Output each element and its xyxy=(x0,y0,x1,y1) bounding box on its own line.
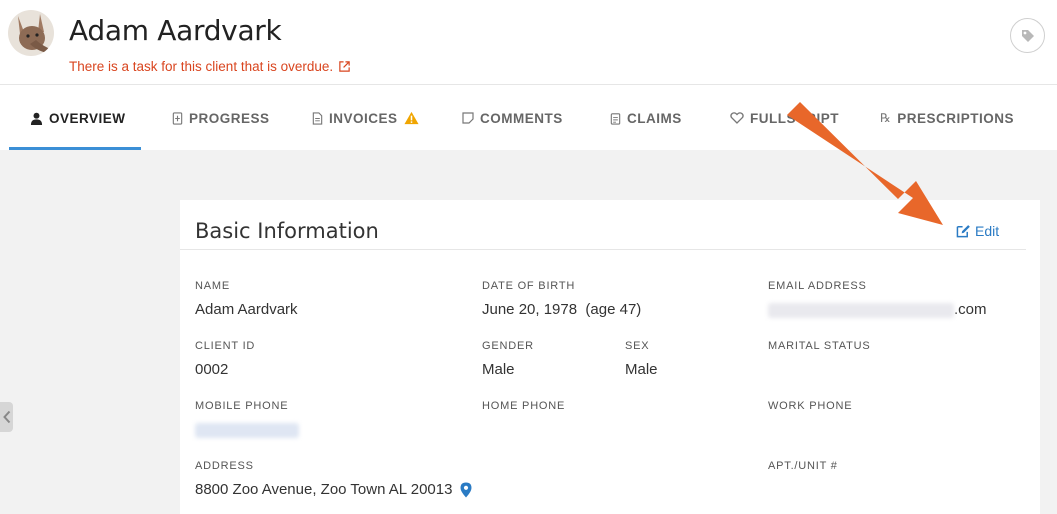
address-value: 8800 Zoo Avenue, Zoo Town AL 20013 xyxy=(195,481,472,498)
overdue-notice[interactable]: There is a task for this client that is … xyxy=(69,59,351,74)
tab-overview[interactable]: OVERVIEW xyxy=(30,86,126,150)
external-link-icon[interactable] xyxy=(338,60,351,73)
mobile-phone-value xyxy=(195,421,299,438)
name-label: NAME xyxy=(195,280,230,292)
sex-label: SEX xyxy=(625,340,650,352)
overdue-text: There is a task for this client that is … xyxy=(69,59,334,74)
gender-label: GENDER xyxy=(482,340,534,352)
note-icon xyxy=(462,112,474,124)
redacted-mobile-phone xyxy=(195,422,299,438)
map-pin-icon[interactable] xyxy=(460,482,472,498)
client-id-value: 0002 xyxy=(195,361,229,378)
tab-comments[interactable]: COMMENTS xyxy=(462,86,563,150)
tab-label: PRESCRIPTIONS xyxy=(897,110,1015,126)
tab-label: COMMENTS xyxy=(480,110,563,126)
document-icon xyxy=(312,111,323,125)
client-avatar[interactable] xyxy=(8,10,54,56)
tab-label: CLAIMS xyxy=(627,110,682,126)
sex-value: Male xyxy=(625,361,658,378)
chevron-left-icon xyxy=(2,410,10,424)
tag-button[interactable] xyxy=(1010,18,1045,53)
gender-value: Male xyxy=(482,361,515,378)
user-icon xyxy=(30,112,43,125)
dob-label: DATE OF BIRTH xyxy=(482,280,576,292)
email-suffix: .com xyxy=(954,301,987,318)
address-text: 8800 Zoo Avenue, Zoo Town AL 20013 xyxy=(195,481,453,498)
tab-invoices[interactable]: INVOICES xyxy=(312,86,419,150)
tab-claims[interactable]: CLAIMS xyxy=(610,86,682,150)
tab-label: PROGRESS xyxy=(189,110,270,126)
edit-label: Edit xyxy=(975,223,1000,239)
tab-label: INVOICES xyxy=(329,110,398,126)
tag-icon xyxy=(1021,29,1034,42)
client-name: Adam Aardvark xyxy=(69,14,282,47)
rx-icon: ℞ xyxy=(880,111,892,125)
tab-prescriptions[interactable]: ℞ PRESCRIPTIONS xyxy=(880,86,1014,150)
marital-status-label: MARITAL STATUS xyxy=(768,340,871,352)
tab-label: OVERVIEW xyxy=(49,110,126,126)
progress-icon xyxy=(172,111,183,125)
client-id-label: CLIENT ID xyxy=(195,340,256,352)
tab-label: FULLSCRIPT xyxy=(750,110,839,126)
apt-unit-label: APT./UNIT # xyxy=(768,460,838,472)
warning-icon xyxy=(403,111,419,125)
heart-icon xyxy=(730,112,744,124)
sidebar-collapse-handle[interactable] xyxy=(0,402,13,432)
card-divider xyxy=(180,249,1026,250)
address-label: ADDRESS xyxy=(195,460,254,472)
name-value: Adam Aardvark xyxy=(195,301,298,318)
edit-button[interactable]: Edit xyxy=(956,223,999,239)
edit-icon xyxy=(956,225,970,238)
client-header: Adam Aardvark There is a task for this c… xyxy=(0,0,1057,85)
work-phone-label: WORK PHONE xyxy=(768,400,853,412)
clipboard-icon xyxy=(610,112,621,125)
tab-fullscript[interactable]: FULLSCRIPT xyxy=(730,86,839,150)
email-label: EMAIL ADDRESS xyxy=(768,280,867,292)
tab-bar: OVERVIEW PROGRESS INVOICES COMMENTS CLAI xyxy=(0,86,1057,150)
tab-progress[interactable]: PROGRESS xyxy=(172,86,270,150)
redacted-email xyxy=(768,302,954,318)
card-title: Basic Information xyxy=(195,219,379,243)
dob-value: June 20, 1978 (age 47) xyxy=(482,301,642,318)
aardvark-avatar-icon xyxy=(8,10,54,56)
mobile-phone-label: MOBILE PHONE xyxy=(195,400,289,412)
basic-information-card: Basic Information Edit NAME Adam Aardvar… xyxy=(180,200,1040,514)
email-value: .com xyxy=(768,301,987,318)
home-phone-label: HOME PHONE xyxy=(482,400,566,412)
